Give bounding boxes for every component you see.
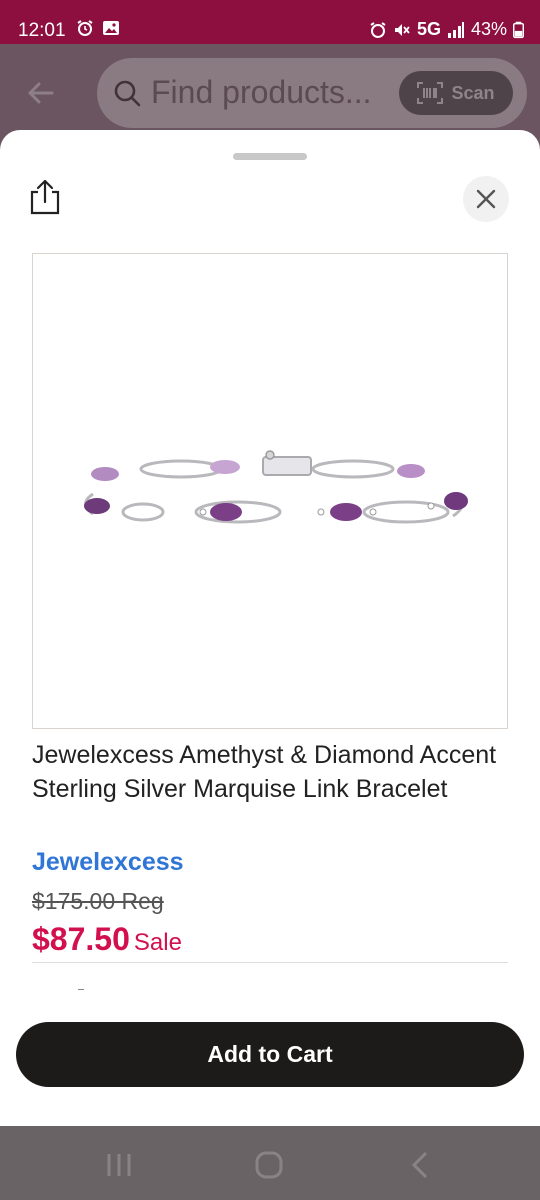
- signal-icon: [447, 21, 464, 38]
- home-icon[interactable]: [254, 1150, 284, 1180]
- share-icon[interactable]: [28, 178, 62, 216]
- product-title: Jewelexcess Amethyst & Diamond Accent St…: [32, 741, 497, 803]
- alarm-icon: [77, 20, 93, 36]
- rating-stars-peek: [78, 989, 84, 990]
- sale-price-row: $87.50 Sale: [32, 921, 182, 958]
- network-type: 5G: [416, 19, 441, 39]
- battery-icon: [513, 21, 524, 38]
- back-icon[interactable]: [406, 1150, 436, 1180]
- battery-percent: 43%: [470, 19, 507, 39]
- rating-row-peek: [32, 982, 508, 990]
- alarm-icon: [370, 21, 386, 38]
- regular-price: $175.00 Reg: [32, 888, 164, 914]
- close-button[interactable]: [463, 176, 509, 222]
- search-input[interactable]: Find products...: [151, 74, 372, 111]
- drag-handle[interactable]: [233, 153, 307, 160]
- brand-link[interactable]: Jewelexcess: [32, 848, 184, 877]
- sale-label: Sale: [133, 929, 182, 956]
- product-image[interactable]: [32, 253, 508, 729]
- back-arrow-icon[interactable]: [26, 78, 56, 108]
- barcode-icon: [417, 82, 444, 104]
- scan-button[interactable]: Scan: [399, 71, 513, 115]
- search-icon: [114, 80, 141, 107]
- bracelet-image: [84, 450, 468, 524]
- status-time: 12:01: [18, 20, 66, 41]
- search-bar[interactable]: Find products... Scan: [97, 58, 527, 128]
- add-to-cart-button[interactable]: Add to Cart: [16, 1022, 524, 1087]
- sale-price: $87.50: [32, 921, 130, 957]
- recents-icon[interactable]: [104, 1150, 134, 1180]
- product-sheet: Jewelexcess Amethyst & Diamond Accent St…: [0, 130, 540, 1126]
- gallery-icon: [103, 21, 119, 35]
- mute-icon: [394, 23, 410, 36]
- divider: [32, 962, 508, 963]
- scan-label: Scan: [451, 82, 495, 103]
- system-nav-bar: [0, 1126, 540, 1200]
- app-header: Find products... Scan: [0, 44, 540, 144]
- close-icon: [476, 189, 496, 209]
